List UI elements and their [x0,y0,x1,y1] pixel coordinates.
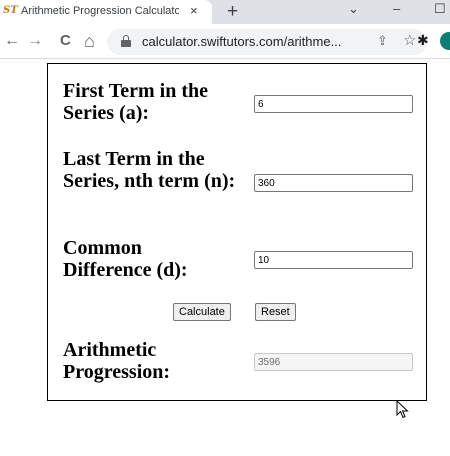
tab-search-icon[interactable]: ⌄ [348,0,359,18]
common-difference-label: Common Difference (d): [63,237,188,281]
bookmark-star-icon[interactable]: ☆ [403,31,416,49]
browser-toolbar: ← → C ⌂ calculator.swiftutors.com/arithm… [0,24,450,59]
tab-close-icon[interactable]: × [190,3,198,18]
first-term-input[interactable] [254,95,413,113]
reset-button[interactable]: Reset [255,303,296,321]
calculator-panel: First Term in the Series (a): Last Term … [47,63,427,401]
common-difference-input[interactable] [254,251,413,269]
address-bar[interactable]: calculator.swiftutors.com/arithme... ⇪ ☆ [107,29,427,55]
site-favicon-icon: ST [3,5,18,16]
extensions-icon[interactable]: ✱ [417,32,429,49]
new-tab-button[interactable]: + [227,0,238,24]
mouse-cursor-icon [396,400,409,419]
calculate-button[interactable]: Calculate [173,303,231,321]
share-icon[interactable]: ⇪ [377,33,388,49]
last-term-input[interactable] [254,174,413,192]
active-tab[interactable]: ST Arithmetic Progression Calculato × [0,0,212,24]
url-text[interactable]: calculator.swiftutors.com/arithme... [142,34,341,49]
forward-icon[interactable]: → [27,31,43,51]
first-term-label: First Term in the Series (a): [63,80,208,124]
maximize-button[interactable]: ☐ [434,0,446,18]
tab-title: Arithmetic Progression Calculato [21,5,179,17]
tab-strip: ST Arithmetic Progression Calculato × + … [0,0,450,24]
lock-icon[interactable] [121,35,131,47]
back-icon[interactable]: ← [4,31,20,51]
result-label: Arithmetic Progression: [63,339,171,383]
result-output[interactable] [254,353,413,371]
reload-icon[interactable]: C [60,31,71,51]
minimize-button[interactable]: – [393,0,400,18]
profile-avatar[interactable] [440,32,450,50]
last-term-label: Last Term in the Series, nth term (n): [63,148,236,192]
home-icon[interactable]: ⌂ [84,31,95,51]
